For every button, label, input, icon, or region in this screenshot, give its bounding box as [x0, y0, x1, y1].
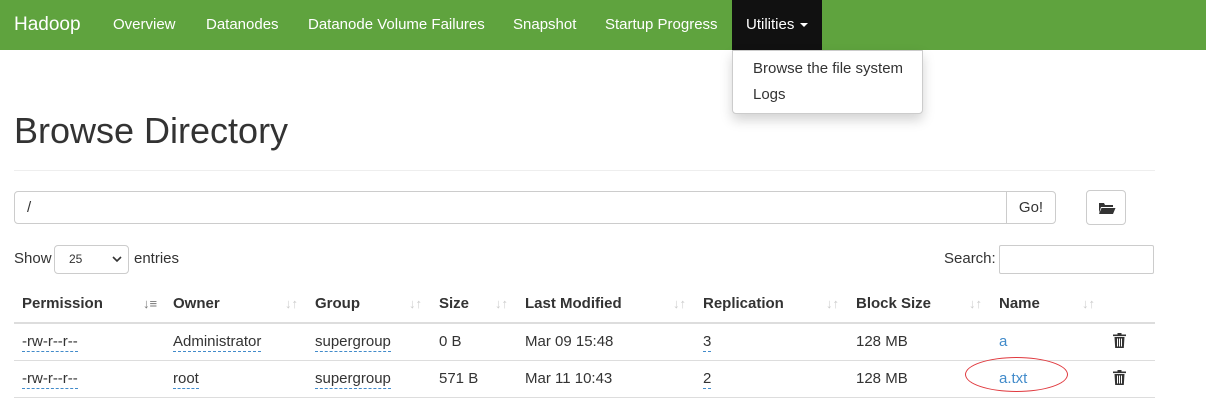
permission-cell[interactable]: -rw-r--r--: [22, 370, 78, 389]
nav-utilities[interactable]: Utilities: [732, 0, 823, 50]
modified-cell: Mar 11 10:43: [525, 370, 613, 387]
menu-browse-file-system[interactable]: Browse the file system: [753, 60, 903, 77]
column-header-owner[interactable]: Owner: [173, 295, 220, 312]
size-cell: 0 B: [439, 333, 462, 350]
nav-datanode-volume-failures[interactable]: Datanode Volume Failures: [308, 0, 485, 50]
nav-datanodes[interactable]: Datanodes: [206, 0, 279, 50]
header-divider: [14, 322, 1155, 324]
modified-cell: Mar 09 15:48: [525, 333, 614, 350]
block-size-cell: 128 MB: [856, 370, 908, 387]
owner-cell[interactable]: Administrator: [173, 333, 262, 352]
show-label: Show: [14, 250, 52, 267]
column-header-replication[interactable]: Replication: [703, 295, 784, 312]
column-header-size[interactable]: Size: [439, 295, 469, 312]
chevron-down-icon: [112, 256, 122, 263]
replication-cell[interactable]: 2: [703, 370, 712, 389]
entries-select-value: 25: [69, 252, 83, 266]
entries-label: entries: [134, 250, 180, 267]
utilities-dropdown-menu: Browse the file system Logs: [732, 50, 923, 114]
owner-cell[interactable]: root: [173, 370, 199, 389]
entries-per-page-select[interactable]: 25: [54, 245, 129, 274]
go-button[interactable]: Go!: [1006, 191, 1056, 224]
sort-icon[interactable]: ↓↑: [1082, 296, 1095, 311]
group-cell[interactable]: supergroup: [315, 333, 391, 352]
directory-path-input[interactable]: [14, 191, 1007, 224]
page-title: Browse Directory: [14, 110, 289, 151]
column-header-permission[interactable]: Permission: [22, 295, 103, 312]
group-cell[interactable]: supergroup: [315, 370, 391, 389]
search-label: Search:: [944, 250, 996, 267]
menu-logs[interactable]: Logs: [753, 86, 786, 103]
row-divider: [14, 397, 1155, 398]
search-input[interactable]: [999, 245, 1154, 274]
column-header-block-size[interactable]: Block Size: [856, 295, 931, 312]
file-name-link[interactable]: a: [999, 333, 1007, 350]
nav-startup-progress[interactable]: Startup Progress: [605, 0, 718, 50]
sort-icon[interactable]: ↓↑: [826, 296, 839, 311]
block-size-cell: 128 MB: [856, 333, 908, 350]
column-header-last-modified[interactable]: Last Modified: [525, 295, 622, 312]
trash-icon[interactable]: [1113, 370, 1126, 385]
browse-folder-button[interactable]: [1086, 190, 1126, 225]
permission-cell[interactable]: -rw-r--r--: [22, 333, 78, 352]
nav-overview[interactable]: Overview: [113, 0, 176, 50]
nav-utilities-label: Utilities: [746, 16, 795, 33]
sort-icon[interactable]: ↓↑: [495, 296, 508, 311]
column-header-group[interactable]: Group: [315, 295, 360, 312]
nav-snapshot[interactable]: Snapshot: [513, 0, 576, 50]
replication-cell[interactable]: 3: [703, 333, 712, 352]
sort-desc-icon[interactable]: ↓≡: [143, 296, 157, 311]
caret-down-icon: [800, 23, 809, 28]
sort-icon[interactable]: ↓↑: [285, 296, 298, 311]
sort-icon[interactable]: ↓↑: [673, 296, 686, 311]
divider: [14, 170, 1155, 171]
highlight-annotation-ellipse: [965, 357, 1068, 392]
sort-icon[interactable]: ↓↑: [409, 296, 422, 311]
trash-icon[interactable]: [1113, 333, 1126, 348]
top-navbar: Hadoop Overview Datanodes Datanode Volum…: [0, 0, 1206, 50]
sort-icon[interactable]: ↓↑: [969, 296, 982, 311]
folder-open-icon: [1099, 203, 1116, 214]
column-header-name[interactable]: Name: [999, 295, 1040, 312]
brand-logo[interactable]: Hadoop: [14, 0, 81, 50]
size-cell: 571 B: [439, 370, 479, 387]
